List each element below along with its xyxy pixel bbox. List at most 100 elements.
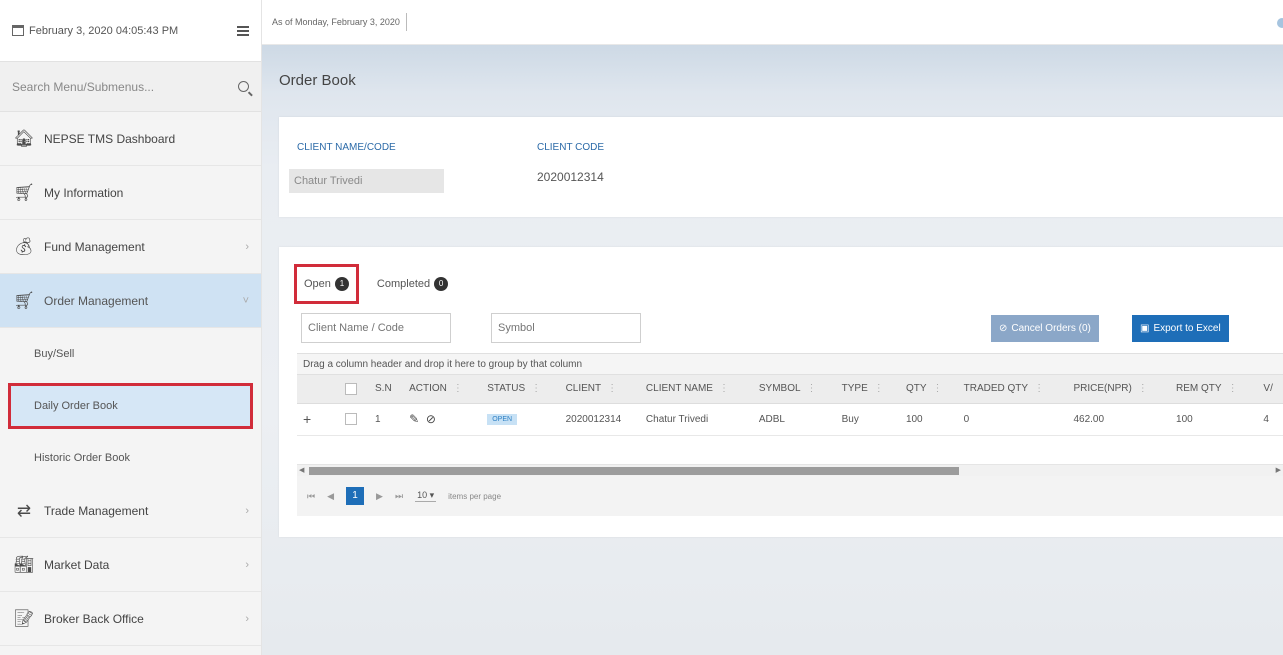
header-sn[interactable]: S.N xyxy=(369,375,404,404)
header-type[interactable]: TYPE ⋮ xyxy=(835,375,900,404)
top-bar: As of Monday, February 3, 2020 xyxy=(262,0,1283,45)
cell-price: 462.00 xyxy=(1067,403,1171,436)
sidebar-subitem-daily-order-book[interactable]: Daily Order Book xyxy=(8,383,253,429)
sidebar-item-fund-management[interactable]: 💰︎ Fund Management › xyxy=(0,220,261,274)
cell-qty: 100 xyxy=(899,403,958,436)
search-icon[interactable] xyxy=(238,81,249,92)
column-menu-icon: ⋮ xyxy=(873,383,884,395)
cell-type: Buy xyxy=(835,403,900,436)
hamburger-menu-icon[interactable] xyxy=(237,25,249,36)
main-content: Order Book CLIENT NAME/CODE CLIENT CODE … xyxy=(262,45,1283,655)
chevron-right-icon: › xyxy=(245,504,249,517)
header-symbol[interactable]: SYMBOL ⋮ xyxy=(752,375,836,404)
group-by-drop-zone[interactable]: Drag a column header and drop it here to… xyxy=(297,353,1283,375)
cancel-orders-button[interactable]: ⊘ Cancel Orders (0) xyxy=(991,315,1099,342)
chevron-down-icon: ˅ xyxy=(242,294,249,307)
cancel-icon: ⊘ xyxy=(999,323,1008,334)
row-checkbox[interactable] xyxy=(345,413,357,425)
select-all-checkbox[interactable] xyxy=(345,382,357,395)
edit-icon[interactable]: ✎ xyxy=(409,412,419,426)
cart-icon: 🛒︎ xyxy=(13,290,35,310)
header-select xyxy=(339,375,369,404)
chevron-right-icon: › xyxy=(245,612,249,625)
cell-symbol: ADBL xyxy=(752,403,836,436)
user-avatar-icon[interactable] xyxy=(1277,18,1283,28)
column-menu-icon: ⋮ xyxy=(932,383,943,395)
prev-page-icon[interactable]: ◀ xyxy=(327,491,334,502)
chevron-right-icon: › xyxy=(245,240,249,253)
sidebar-item-label: My Information xyxy=(44,185,124,200)
header-traded-qty[interactable]: TRADED QTY ⋮ xyxy=(957,375,1068,404)
header-status[interactable]: STATUS ⋮ xyxy=(481,375,560,404)
page-title: Order Book xyxy=(279,72,356,89)
sidebar-item-label: Broker Back Office xyxy=(44,611,144,626)
orders-table: S.N ACTION ⋮ STATUS ⋮ CLIENT ⋮ CLIENT NAME ⋮… xyxy=(297,375,1283,436)
page-size-select[interactable]: 10 ▾ xyxy=(415,490,437,502)
column-menu-icon: ⋮ xyxy=(1227,383,1238,395)
sidebar-subitem-historic-order-book[interactable]: Historic Order Book xyxy=(0,432,261,484)
tab-open[interactable]: Open 1 xyxy=(294,264,359,304)
sidebar-item-order-management[interactable]: 🛒︎ Order Management ˅ xyxy=(0,274,261,328)
header-client[interactable]: CLIENT ⋮ xyxy=(559,375,640,404)
chevron-right-icon: › xyxy=(245,558,249,571)
count-badge: 0 xyxy=(434,277,449,291)
client-name-label: CLIENT NAME/CODE xyxy=(297,142,396,153)
column-menu-icon: ⋮ xyxy=(1034,383,1045,395)
horizontal-scrollbar[interactable]: ◀ ▶ xyxy=(297,464,1283,476)
sidebar-item-broker-back-office[interactable]: 📝︎ Broker Back Office › xyxy=(0,592,261,646)
cell-rem-qty: 100 xyxy=(1170,403,1258,436)
cell-sn: 1 xyxy=(369,403,404,436)
cancel-order-icon[interactable]: ⊘ xyxy=(426,412,436,426)
next-page-icon[interactable]: ▶ xyxy=(376,491,383,502)
excel-icon: ▣ xyxy=(1140,323,1150,334)
scrollbar-thumb[interactable] xyxy=(309,467,959,475)
home-icon: 🏠︎ xyxy=(13,128,35,148)
tab-label: Completed xyxy=(376,278,431,290)
client-code-label: CLIENT CODE xyxy=(537,142,605,153)
header-v[interactable]: V/ xyxy=(1257,375,1283,404)
cell-action: ✎ ⊘ xyxy=(403,403,482,436)
header-qty[interactable]: QTY ⋮ xyxy=(899,375,958,404)
export-excel-label: Export to Excel xyxy=(1153,323,1221,334)
header-price[interactable]: PRICE(NPR) ⋮ xyxy=(1067,375,1171,404)
first-page-icon[interactable]: ⏮ xyxy=(307,491,315,502)
client-info-card: CLIENT NAME/CODE CLIENT CODE Chatur Triv… xyxy=(279,117,1283,217)
sidebar-item-label: NEPSE TMS Dashboard xyxy=(44,131,176,146)
money-bag-icon: 💰︎ xyxy=(13,236,35,256)
column-menu-icon: ⋮ xyxy=(607,383,618,395)
last-page-icon[interactable]: ⏭ xyxy=(395,491,403,502)
sidebar-item-my-information[interactable]: 🛒︎ My Information xyxy=(0,166,261,220)
table-row[interactable]: + 1 ✎ ⊘ OPEN 2020012314 Chatur Trivedi A… xyxy=(297,403,1283,436)
column-menu-icon: ⋮ xyxy=(718,383,729,395)
header-action[interactable]: ACTION ⋮ xyxy=(403,375,482,404)
order-book-card: Open 1 Completed 0 ⊘ Cancel Orders (0) ▣… xyxy=(279,247,1283,537)
header-client-name[interactable]: CLIENT NAME ⋮ xyxy=(639,375,753,404)
column-menu-icon: ⋮ xyxy=(531,383,542,395)
sidebar-datetime-bar: February 3, 2020 04:05:43 PM xyxy=(0,0,261,62)
order-filters xyxy=(301,313,641,343)
header-rem-qty[interactable]: REM QTY ⋮ xyxy=(1170,375,1258,404)
header-expand xyxy=(297,375,339,404)
sidebar-item-label: Market Data xyxy=(44,557,110,572)
cell-client-name: Chatur Trivedi xyxy=(639,403,753,436)
count-badge: 1 xyxy=(334,277,349,291)
expand-row-icon[interactable]: + xyxy=(297,403,339,436)
client-filter-input[interactable] xyxy=(301,313,451,343)
sidebar: February 3, 2020 04:05:43 PM 🏠︎ NEPSE TM… xyxy=(0,0,262,655)
trade-icon: ⇄ xyxy=(16,500,32,520)
sidebar-item-trade-management[interactable]: ⇄ Trade Management › xyxy=(0,484,261,538)
menu-search-input[interactable] xyxy=(12,79,238,94)
cell-status: OPEN xyxy=(481,403,560,436)
column-menu-icon: ⋮ xyxy=(806,383,817,395)
cancel-orders-label: Cancel Orders (0) xyxy=(1011,323,1091,334)
sidebar-item-market-data[interactable]: 🏭︎ Market Data › xyxy=(0,538,261,592)
column-menu-icon: ⋮ xyxy=(452,383,463,395)
export-excel-button[interactable]: ▣ Export to Excel xyxy=(1132,315,1229,342)
row-select xyxy=(339,403,369,436)
cart-icon: 🛒︎ xyxy=(13,182,35,202)
current-page-button[interactable]: 1 xyxy=(346,487,365,505)
sidebar-subitem-buy-sell[interactable]: Buy/Sell xyxy=(0,328,261,380)
sidebar-item-dashboard[interactable]: 🏠︎ NEPSE TMS Dashboard xyxy=(0,112,261,166)
tab-completed[interactable]: Completed 0 xyxy=(367,264,458,304)
symbol-filter-input[interactable] xyxy=(491,313,641,343)
